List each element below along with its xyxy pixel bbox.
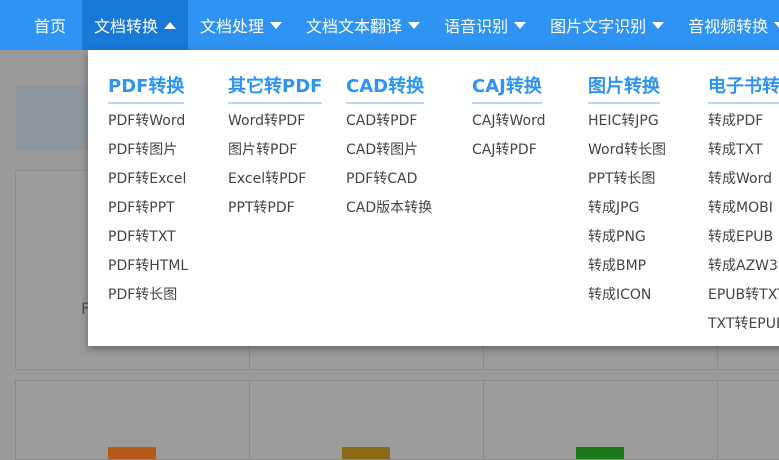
nav-label: 图片文字识别 — [550, 17, 647, 36]
dropdown-column-cad: CAD转换 CAD转PDF CAD转图片 PDF转CAD CAD版本转换 — [346, 72, 432, 230]
nav-home[interactable]: 首页 — [0, 0, 82, 50]
nav-doc-convert[interactable]: 文档转换 — [82, 0, 189, 50]
caret-down-icon — [514, 21, 527, 29]
nav-av-convert[interactable]: 音视频转换 — [676, 0, 779, 50]
menu-link[interactable]: PDF转CAD — [346, 172, 432, 201]
nav-image-ocr[interactable]: 图片文字识别 — [538, 0, 676, 50]
menu-link[interactable]: Word转PDF — [228, 114, 322, 143]
caret-down-icon — [408, 21, 421, 29]
menu-link[interactable]: PDF转Excel — [108, 172, 188, 201]
menu-link[interactable]: EPUB转TXT — [708, 288, 779, 317]
dropdown-column-pdf: PDF转换 PDF转Word PDF转图片 PDF转Excel PDF转PPT … — [108, 72, 188, 317]
caret-down-icon — [652, 21, 665, 29]
menu-link[interactable]: CAJ转Word — [472, 114, 545, 143]
column-title: 其它转PDF — [228, 72, 323, 104]
column-title: PDF转换 — [108, 72, 185, 104]
menu-link[interactable]: 转成PDF — [708, 114, 779, 143]
doc-convert-dropdown: PDF转换 PDF转Word PDF转图片 PDF转Excel PDF转PPT … — [88, 50, 779, 346]
nav-label: 文档处理 — [200, 17, 265, 36]
column-title: CAJ转换 — [472, 72, 542, 104]
menu-link[interactable]: 转成EPUB — [708, 230, 779, 259]
menu-link[interactable]: 转成TXT — [708, 143, 779, 172]
menu-link[interactable]: 转成ICON — [588, 288, 666, 317]
banner-placeholder — [16, 85, 96, 150]
tool-icon — [342, 447, 390, 459]
nav-doc-process[interactable]: 文档处理 — [188, 0, 294, 50]
column-title: CAD转换 — [346, 72, 425, 104]
menu-link[interactable]: PDF转PPT — [108, 201, 188, 230]
menu-link[interactable]: CAD转图片 — [346, 143, 432, 172]
menu-link[interactable]: PDF转长图 — [108, 288, 188, 317]
dropdown-column-ebook: 电子书转换 转成PDF 转成TXT 转成Word 转成MOBI 转成EPUB 转… — [708, 72, 779, 346]
nav-doc-translate[interactable]: 文档文本翻译 — [294, 0, 432, 50]
menu-link[interactable]: PDF转Word — [108, 114, 188, 143]
menu-link[interactable]: PDF转TXT — [108, 230, 188, 259]
nav-label: 文档文本翻译 — [306, 17, 403, 36]
menu-link[interactable]: 转成BMP — [588, 259, 666, 288]
menu-link[interactable]: 转成MOBI — [708, 201, 779, 230]
column-title: 电子书转换 — [708, 72, 779, 104]
dropdown-column-other-to-pdf: 其它转PDF Word转PDF 图片转PDF Excel转PDF PPT转PDF — [228, 72, 323, 230]
menu-link[interactable]: 转成PNG — [588, 230, 666, 259]
nav-label: 音视频转换 — [688, 17, 769, 36]
menu-link[interactable]: 转成AZW3 — [708, 259, 779, 288]
nav-label: 语音识别 — [444, 17, 509, 36]
tool-card[interactable] — [483, 380, 718, 460]
nav-speech-recognition[interactable]: 语音识别 — [432, 0, 538, 50]
menu-link[interactable]: TXT转EPUB — [708, 317, 779, 346]
column-title: 图片转换 — [588, 72, 660, 104]
dropdown-column-caj: CAJ转换 CAJ转Word CAJ转PDF — [472, 72, 545, 172]
menu-link[interactable]: CAJ转PDF — [472, 143, 545, 172]
top-nav: 首页 文档转换 文档处理 文档文本翻译 语音识别 图片文字识别 音视频转换 — [0, 0, 779, 50]
menu-link[interactable]: PPT转PDF — [228, 201, 322, 230]
menu-link[interactable]: CAD转PDF — [346, 114, 432, 143]
menu-link[interactable]: PPT转长图 — [588, 172, 666, 201]
nav-home-label: 首页 — [34, 17, 67, 36]
menu-link[interactable]: HEIC转JPG — [588, 114, 666, 143]
menu-link[interactable]: PDF转HTML — [108, 259, 188, 288]
caret-down-icon — [774, 21, 779, 29]
caret-up-icon — [164, 21, 177, 29]
tool-card[interactable] — [717, 380, 779, 460]
menu-link[interactable]: Excel转PDF — [228, 172, 322, 201]
menu-link[interactable]: CAD版本转换 — [346, 201, 432, 230]
menu-link[interactable]: Word转长图 — [588, 143, 666, 172]
menu-link[interactable]: 转成JPG — [588, 201, 666, 230]
dropdown-column-image: 图片转换 HEIC转JPG Word转长图 PPT转长图 转成JPG 转成PNG… — [588, 72, 666, 317]
tool-icon — [108, 447, 156, 459]
tool-icon — [576, 447, 624, 459]
menu-link[interactable]: PDF转图片 — [108, 143, 188, 172]
tool-card[interactable] — [15, 380, 250, 460]
caret-down-icon — [270, 21, 283, 29]
menu-link[interactable]: 转成Word — [708, 172, 779, 201]
menu-link[interactable]: 图片转PDF — [228, 143, 322, 172]
nav-label: 文档转换 — [94, 17, 159, 36]
tool-card[interactable] — [249, 380, 484, 460]
